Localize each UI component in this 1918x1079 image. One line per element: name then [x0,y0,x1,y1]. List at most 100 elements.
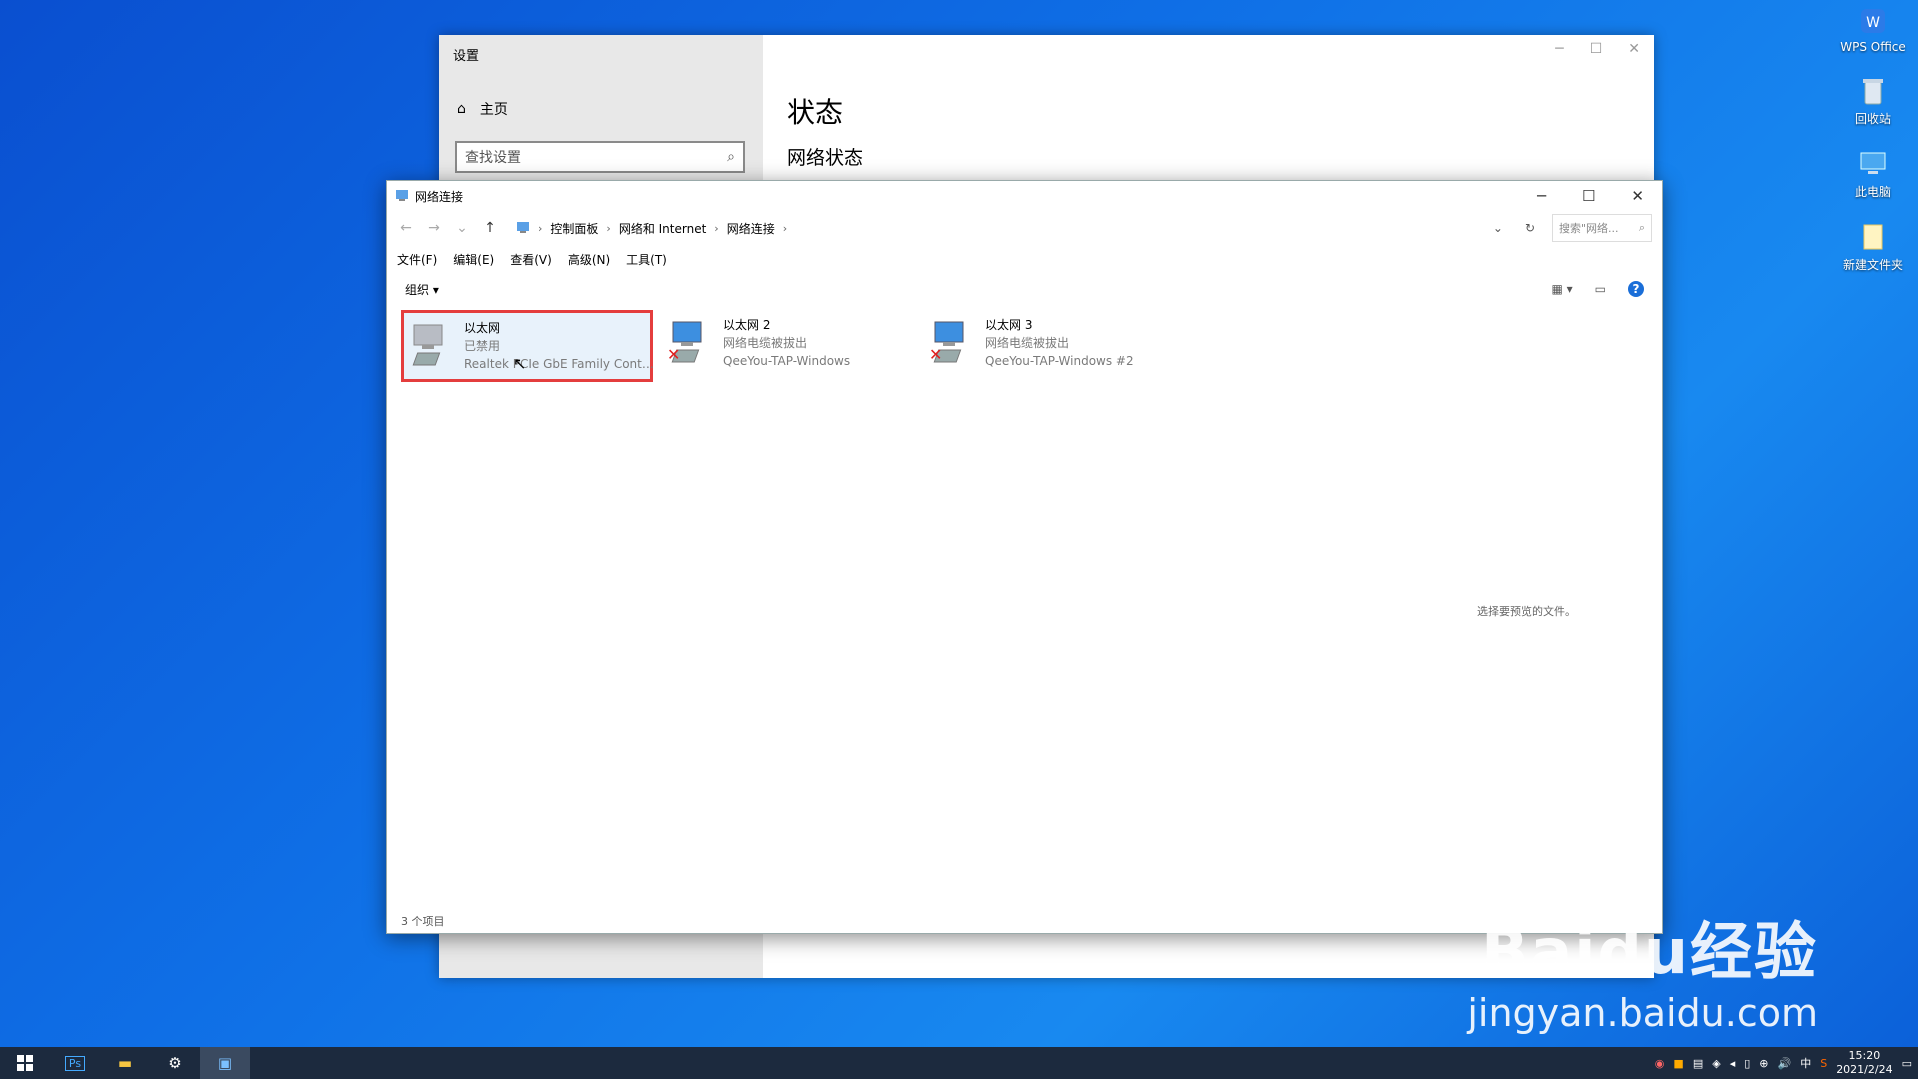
breadcrumb-network-internet[interactable]: 网络和 Internet [619,220,706,237]
menu-bar: 文件(F) 编辑(E) 查看(V) 高级(N) 工具(T) [387,245,1662,273]
command-bar: 组织 ▾ ▦ ▾ ▭ ? [387,273,1662,305]
system-tray: ◉ ■ ▤ ◈ ◂ ▯ ⊕ 🔊 中 S 15:20 2021/2/24 ▭ [1655,1049,1918,1077]
desktop-icon-wps[interactable]: W WPS Office [1832,4,1914,54]
tray-expand-icon[interactable]: ◂ [1730,1057,1736,1070]
address-row: ← → ⌄ ↑ › 控制面板 › 网络和 Internet › 网络连接 › ⌄… [387,211,1662,245]
settings-window-title: 设置 [453,49,480,64]
network-connections-window: 网络连接 ─ ☐ ✕ ← → ⌄ ↑ › 控制面板 › 网络和 Internet… [386,180,1663,934]
close-button[interactable]: ✕ [1631,187,1644,205]
connection-item-ethernet-2[interactable]: ✕ 以太网 2 网络电缆被拔出 QeeYou-TAP-Windows [663,310,915,382]
maximize-button[interactable]: ☐ [1590,41,1603,57]
connection-item-ethernet-3[interactable]: ✕ 以太网 3 网络电缆被拔出 QeeYou-TAP-Windows #2 [925,310,1177,382]
start-button[interactable] [0,1047,50,1079]
menu-edit[interactable]: 编辑(E) [453,251,494,268]
maximize-button[interactable]: ☐ [1582,187,1595,205]
breadcrumb-separator: › [782,221,788,235]
search-icon: ⌕ [727,149,735,165]
usb-icon[interactable]: ▯ [1744,1057,1750,1070]
minimize-button[interactable]: ─ [1555,41,1563,57]
back-arrow-icon[interactable]: ← [397,220,415,236]
refresh-icon[interactable]: ↻ [1525,221,1535,235]
wps-office-icon: W [1858,4,1888,38]
tray-app-icon[interactable]: ■ [1673,1057,1683,1070]
menu-view[interactable]: 查看(V) [510,251,552,268]
svg-text:W: W [1866,15,1880,31]
search-placeholder: 搜索"网络... [1559,222,1619,235]
shield-icon[interactable]: ◈ [1712,1057,1720,1070]
settings-search-placeholder: 查找设置 [465,150,521,166]
connection-status: 网络电缆被拔出 [985,336,1070,350]
breadcrumb-network-connections[interactable]: 网络连接 [727,220,775,237]
close-button[interactable]: ✕ [1628,41,1640,57]
file-list-area: 以太网 已禁用 Realtek PCIe GbE Family Contr...… [387,307,1662,933]
desktop-icon-label: 回收站 [1854,112,1891,126]
volume-icon[interactable]: 🔊 [1778,1057,1792,1070]
photoshop-icon: Ps [64,1055,86,1071]
help-icon[interactable]: ? [1628,281,1644,297]
taskbar-file-explorer[interactable]: ▬ [100,1047,150,1079]
minimize-button[interactable]: ─ [1537,187,1546,205]
connection-name: 以太网 3 [985,318,1033,332]
window-title: 网络连接 [415,189,464,204]
taskbar: Ps ▬ ⚙ ▣ ◉ ■ ▤ ◈ ◂ ▯ ⊕ 🔊 中 S 15:20 2021/… [0,1047,1918,1079]
connection-list: 以太网 已禁用 Realtek PCIe GbE Family Contr...… [401,310,1177,382]
title-bar[interactable]: 网络连接 ─ ☐ ✕ [387,181,1662,211]
breadcrumb-control-panel[interactable]: 控制面板 [550,220,598,237]
taskbar-network-connections[interactable]: ▣ [200,1047,250,1079]
connection-name: 以太网 [464,321,501,335]
disconnected-x-icon: ✕ [929,345,943,364]
forward-arrow-icon[interactable]: → [425,220,443,236]
watermark-url: jingyan.baidu.com [1467,991,1818,1035]
notification-icon[interactable]: ▭ [1902,1057,1912,1070]
status-bar-item-count: 3 个项目 [401,915,445,928]
this-pc-icon [1858,147,1888,181]
menu-tools[interactable]: 工具(T) [626,251,667,268]
taskbar-photoshop[interactable]: Ps [50,1047,100,1079]
connection-device: Realtek PCIe GbE Family Contr... [464,357,656,371]
preview-pane-icon[interactable]: ▭ [1595,282,1606,296]
view-options-icon[interactable]: ▦ ▾ [1551,282,1572,296]
search-icon: ⌕ [1638,221,1645,234]
organize-label: 组织 [405,282,430,297]
control-panel-icon [516,220,530,237]
desktop-icon-recycle-bin[interactable]: 回收站 [1832,74,1914,127]
connection-name: 以太网 2 [723,318,771,332]
desktop-icon-label: 新建文件夹 [1842,258,1903,272]
gear-icon: ⚙ [168,1054,182,1072]
recycle-bin-icon [1858,74,1888,108]
settings-home-link[interactable]: ⌂ 主页 [457,99,508,119]
folder-icon [1858,220,1888,254]
page-title: 状态 [787,96,844,129]
watermark-brand: Baidu经验 [1481,915,1818,988]
disconnected-x-icon: ✕ [667,345,681,364]
ime-indicator[interactable]: 中 [1800,1055,1811,1071]
recent-dropdown-icon[interactable]: ⌄ [453,220,471,236]
connection-item-ethernet[interactable]: 以太网 已禁用 Realtek PCIe GbE Family Contr...… [401,310,656,382]
network-adapter-icon: ✕ [667,316,715,368]
network-adapter-icon: ✕ [929,316,977,368]
network-icon[interactable]: ⊕ [1759,1057,1768,1070]
file-explorer-icon: ▬ [117,1054,133,1072]
breadcrumb-separator: › [538,221,543,235]
desktop-icon-this-pc[interactable]: 此电脑 [1832,147,1914,200]
tray-app-icon[interactable]: ▤ [1693,1057,1703,1070]
desktop-icon-label: 此电脑 [1854,185,1891,199]
menu-advanced[interactable]: 高级(N) [568,251,610,268]
chevron-down-icon[interactable]: ⌄ [1493,221,1503,235]
network-folder-icon: ▣ [217,1054,233,1072]
taskbar-settings[interactable]: ⚙ [150,1047,200,1079]
clock[interactable]: 15:20 2021/2/24 [1836,1049,1892,1077]
up-arrow-icon[interactable]: ↑ [481,220,499,236]
desktop-icon-new-folder[interactable]: 新建文件夹 [1832,220,1914,273]
search-input[interactable]: 搜索"网络... ⌕ [1552,214,1652,242]
settings-search-input[interactable]: 查找设置 ⌕ [455,141,745,173]
sogou-icon[interactable]: S [1820,1057,1827,1070]
breadcrumb-separator: › [714,221,719,235]
organize-button[interactable]: 组织 ▾ [405,281,439,298]
tray-app-icon[interactable]: ◉ [1655,1057,1665,1070]
menu-file[interactable]: 文件(F) [397,251,437,268]
address-bar[interactable]: › 控制面板 › 网络和 Internet › 网络连接 › ⌄ ↻ [509,214,1542,242]
home-icon: ⌂ [457,101,466,117]
connection-status: 已禁用 [464,339,501,353]
desktop-icon-label: WPS Office [1840,40,1906,54]
